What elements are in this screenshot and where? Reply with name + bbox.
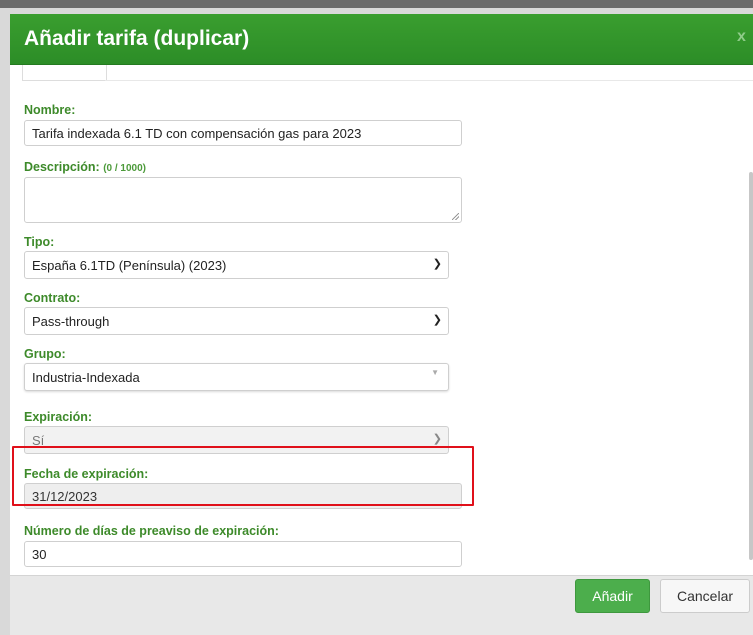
nombre-label: Nombre:	[24, 103, 76, 117]
tipo-select[interactable]: España 6.1TD (Península) (2023) ❯	[24, 251, 449, 279]
chevron-down-icon: ❯	[432, 314, 442, 326]
descripcion-counter: (0 / 1000)	[103, 163, 147, 174]
chevron-down-icon: ❯	[432, 433, 442, 445]
tab-stub	[22, 65, 107, 81]
cancel-button[interactable]: Cancelar	[660, 579, 750, 613]
grupo-select-value: Industria-Indexada	[32, 370, 140, 385]
close-button[interactable]: x	[737, 28, 746, 46]
descripcion-label-text: Descripción:	[24, 160, 100, 174]
descripcion-label: Descripción: (0 / 1000)	[24, 160, 146, 174]
tipo-select-value: España 6.1TD (Península) (2023)	[32, 258, 227, 273]
descripcion-textarea[interactable]	[24, 177, 462, 223]
dialog-title: Añadir tarifa (duplicar)	[24, 27, 250, 50]
contrato-select-value: Pass-through	[32, 314, 110, 329]
grupo-select[interactable]: Industria-Indexada ▼	[24, 363, 449, 391]
contrato-select[interactable]: Pass-through ❯	[24, 307, 449, 335]
highlight-annotation	[12, 446, 474, 506]
chevron-down-icon: ❯	[432, 258, 442, 270]
resize-grip-icon[interactable]	[452, 213, 459, 220]
expiracion-label: Expiración:	[24, 410, 93, 424]
contrato-label: Contrato:	[24, 291, 81, 305]
tab-divider	[105, 80, 753, 81]
grupo-label: Grupo:	[24, 347, 66, 361]
add-tariff-dialog: Añadir tarifa (duplicar) x Nombre: Tarif…	[10, 14, 753, 635]
dialog-header: Añadir tarifa (duplicar) x	[10, 14, 753, 65]
triangle-down-icon: ▼	[431, 368, 439, 377]
tipo-label: Tipo:	[24, 235, 55, 249]
nombre-input[interactable]: Tarifa indexada 6.1 TD con compensación …	[24, 120, 462, 146]
dialog-footer: Añadir Cancelar	[10, 575, 753, 635]
scrollbar-thumb[interactable]	[749, 172, 753, 560]
background-window-strip	[0, 0, 753, 8]
dias-preaviso-input[interactable]: 30	[24, 541, 462, 567]
dias-preaviso-label: Número de días de preaviso de expiración…	[24, 524, 279, 538]
add-button[interactable]: Añadir	[575, 579, 650, 613]
